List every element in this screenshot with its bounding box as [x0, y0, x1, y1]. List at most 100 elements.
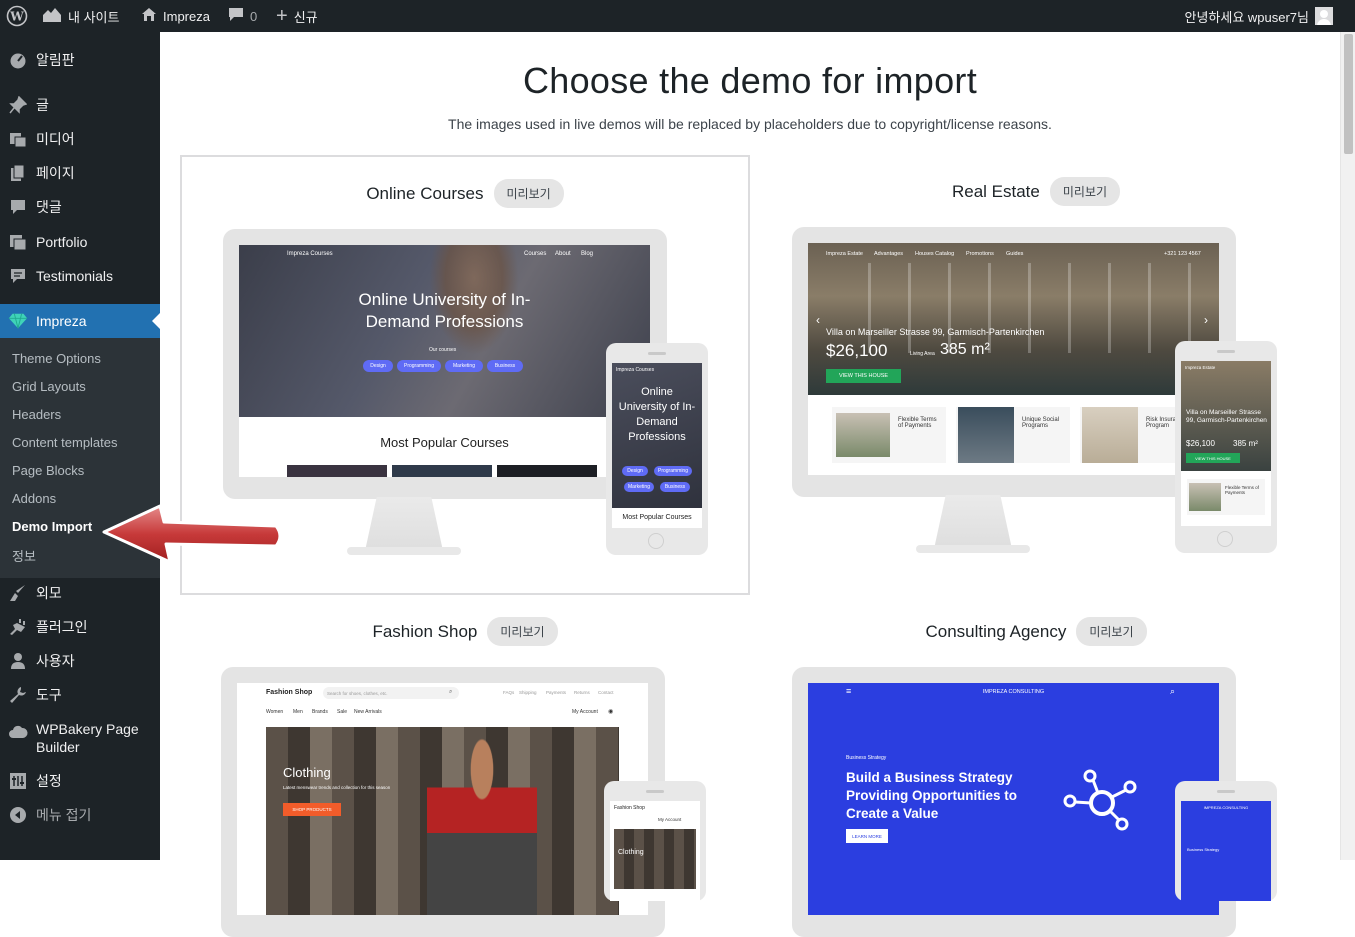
new-content-menu[interactable]: + 신규: [276, 0, 318, 32]
portfolio-icon: [8, 232, 28, 252]
slider-prev-icon: ‹: [816, 313, 820, 327]
main-content: Choose the demo for import The images us…: [160, 32, 1340, 937]
scrollbar-thumb[interactable]: [1344, 34, 1353, 154]
menu-posts[interactable]: 글: [0, 93, 160, 117]
phone-hero: Online University of In-Demand Professio…: [618, 386, 696, 443]
submenu-theme-options[interactable]: Theme Options: [12, 351, 101, 366]
phone-kicker: Business Strategy: [1187, 847, 1220, 852]
menu-label: 미디어: [36, 131, 75, 147]
preview-button[interactable]: 미리보기: [1076, 617, 1147, 646]
pin-icon: [8, 95, 28, 115]
section-heading: Most Popular Courses: [380, 435, 509, 450]
avatar-icon: [1315, 7, 1333, 25]
submenu-headers[interactable]: Headers: [12, 407, 61, 422]
tag-pill: Design: [363, 360, 393, 372]
menu-tools[interactable]: 도구: [0, 683, 160, 707]
preview-button[interactable]: 미리보기: [1049, 177, 1121, 206]
home-icon: [42, 7, 62, 26]
phone-price: $26,100: [1186, 439, 1215, 448]
phone-brand: IMPREZA CONSULTING: [1203, 805, 1249, 810]
menu-portfolio[interactable]: Portfolio: [0, 230, 160, 254]
wordpress-logo-icon[interactable]: W: [6, 0, 28, 32]
menu-media[interactable]: 미디어: [0, 127, 160, 151]
house-columns: [868, 263, 1198, 353]
menu-pages[interactable]: 페이지: [0, 161, 160, 185]
submenu-page-blocks[interactable]: Page Blocks: [12, 463, 84, 478]
account-menu[interactable]: 안녕하세요 wpuser7님: [1184, 0, 1333, 32]
my-site-menu[interactable]: 내 사이트: [42, 0, 119, 32]
phone-feature-text: Flexible Terms of Payments: [1225, 485, 1259, 495]
slider-next-icon: ›: [1204, 313, 1208, 327]
submenu-grid-layouts[interactable]: Grid Layouts: [12, 379, 86, 394]
feature-text: Flexible Terms of Payments: [898, 417, 937, 429]
demo-title: Consulting Agency: [925, 621, 1067, 641]
tag-pill: Marketing: [624, 482, 654, 492]
feature-text: Unique Social Programs: [1022, 417, 1060, 429]
consult-brand: IMPREZA CONSULTING: [982, 689, 1045, 695]
tag-pill: Business: [660, 482, 690, 492]
hero-heading: Online University of In-Demand Professio…: [358, 290, 531, 331]
demo-card-consulting-agency[interactable]: Consulting Agency 미리보기 ≡ IMPREZA CONSULT…: [751, 595, 1321, 937]
page-scrollbar[interactable]: [1340, 32, 1355, 860]
menu-users[interactable]: 사용자: [0, 649, 160, 673]
search-icon: ⌕: [449, 689, 453, 695]
menu-label: 페이지: [36, 165, 75, 181]
tag-pill: Business: [487, 360, 523, 372]
demo-screenshot: ≡ IMPREZA CONSULTING ⌕ Business Strategy…: [808, 683, 1219, 915]
dashboard-icon: [8, 50, 28, 70]
shop-cat: Women: [266, 709, 284, 715]
phone-area: 385 m²: [1233, 439, 1258, 448]
monitor-mockup: ≡ IMPREZA CONSULTING ⌕ Business Strategy…: [792, 667, 1236, 937]
phone-mockup: Impreza Courses Online University of In-…: [606, 343, 708, 555]
phone-brand: Impreza Courses: [616, 367, 655, 373]
page-subtitle: The images used in live demos will be re…: [448, 116, 1052, 132]
submenu-addons[interactable]: Addons: [12, 491, 56, 506]
menu-appearance[interactable]: 외모: [0, 581, 160, 605]
feature-card: Unique Social Programs: [956, 407, 1070, 463]
menu-comments[interactable]: 댓글: [0, 195, 160, 219]
menu-wpbakery[interactable]: WPBakery Page Builder: [0, 720, 160, 760]
hero-kicker: Business Strategy: [846, 755, 887, 761]
top-link: Contact: [598, 690, 614, 695]
shop-products-button: SHOP PRODUCTS: [283, 803, 341, 816]
admin-sidebar: 알림판 글 미디어 페이지 댓글 Portfolio Testimonials …: [0, 32, 160, 860]
demo-title: Real Estate: [951, 181, 1040, 201]
site-name-menu[interactable]: Impreza: [141, 0, 210, 32]
admin-bar: W 내 사이트 Impreza 0 + 신규 안녕하세요 wpuser7님: [0, 0, 1355, 32]
menu-settings[interactable]: 설정: [0, 769, 160, 793]
demo-card-fashion-shop[interactable]: Fashion Shop 미리보기 Fashion Shop Search fo…: [180, 595, 750, 937]
my-site-label: 내 사이트: [68, 9, 120, 25]
phone-listing: Villa on Marseiller Strasse 99, Garmisch…: [1186, 409, 1267, 424]
menu-label: 알림판: [36, 52, 75, 68]
menu-label: WPBakery Page Builder: [36, 721, 139, 755]
menu-testimonials[interactable]: Testimonials: [0, 264, 160, 288]
menu-label: 도구: [36, 687, 62, 703]
hero-text: Latest menswear trends and collection fo…: [283, 785, 391, 790]
demo-card-real-estate[interactable]: Real Estate 미리보기 Impreza Estate Advantag…: [751, 155, 1321, 595]
menu-collapse[interactable]: 메뉴 접기: [0, 803, 160, 827]
settings-icon: [8, 771, 28, 791]
nav-link: Courses: [524, 251, 547, 257]
comments-menu[interactable]: 0: [228, 0, 257, 32]
nav-link: Guides: [1006, 251, 1024, 257]
menu-plugins[interactable]: 플러그인: [0, 615, 160, 639]
preview-button[interactable]: 미리보기: [487, 617, 558, 646]
listing-area: 385 m²: [940, 341, 990, 358]
menu-label: 설정: [36, 773, 62, 789]
menu-dashboard[interactable]: 알림판: [0, 48, 160, 72]
cloud-icon: [8, 722, 28, 742]
menu-impreza[interactable]: Impreza: [0, 304, 160, 338]
submenu-info[interactable]: 정보: [12, 546, 36, 565]
monitor-mockup: Fashion Shop Search for shoes, clothes, …: [221, 667, 665, 937]
media-icon: [8, 129, 28, 149]
submenu-demo-import[interactable]: Demo Import: [12, 519, 92, 534]
submenu-content-templates[interactable]: Content templates: [12, 435, 118, 450]
top-link: FAQs: [503, 690, 515, 695]
phone-account: My Account: [658, 817, 682, 822]
shop-brand: Fashion Shop: [266, 689, 313, 696]
preview-button[interactable]: 미리보기: [493, 179, 564, 208]
phone-mockup: Impreza Estate Villa on Marseiller Stras…: [1175, 341, 1277, 553]
menu-label: 사용자: [36, 653, 75, 669]
shop-cat: New Arrivals: [354, 709, 382, 715]
area-label: Living Area: [910, 351, 935, 357]
